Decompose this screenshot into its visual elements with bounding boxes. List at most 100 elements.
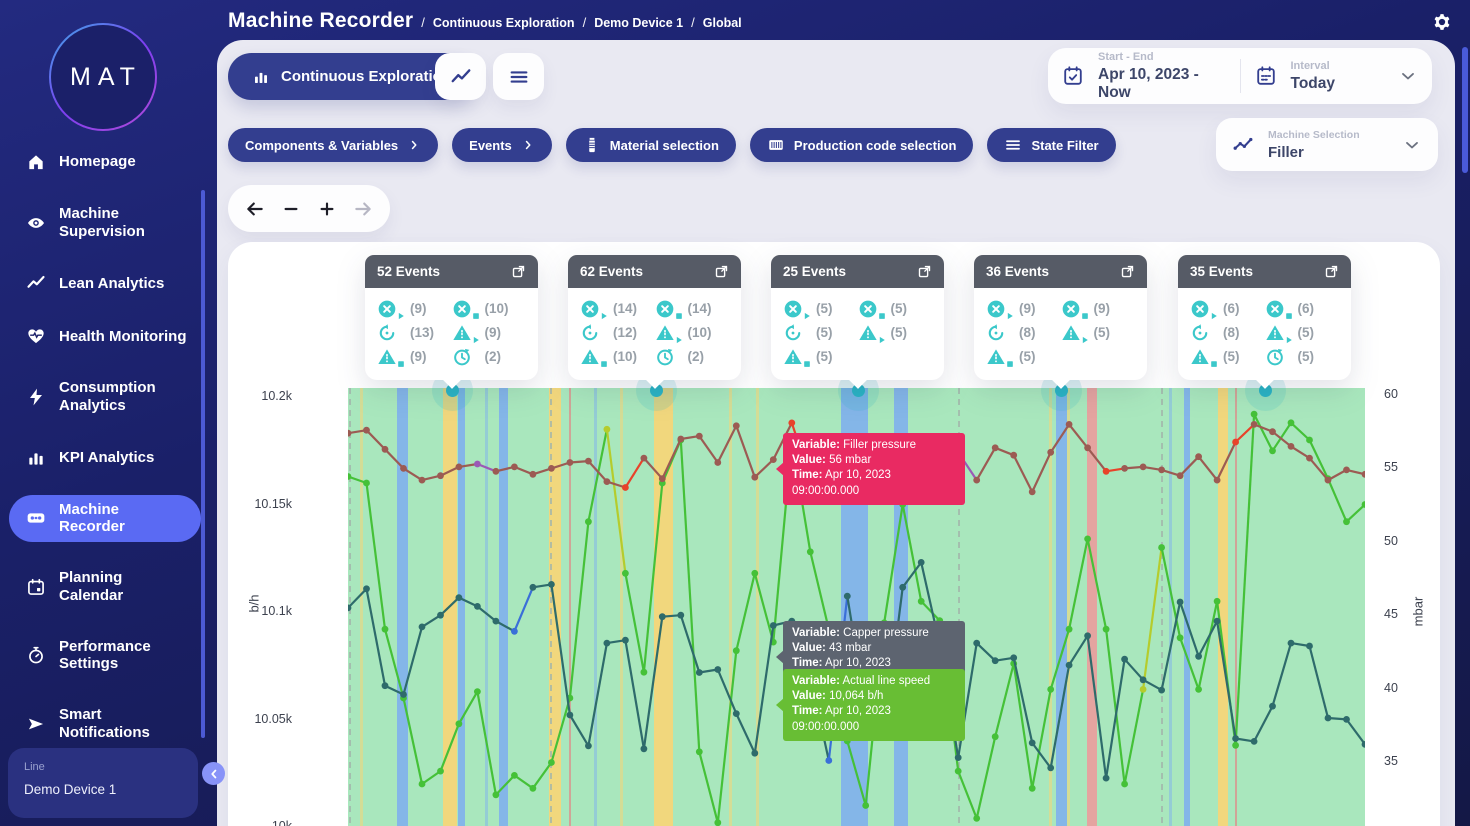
error-event-icon — [377, 299, 397, 319]
chart-tooltip-filler-pressure: Variable: Filler pressure Value: 56 mbar… — [783, 433, 965, 505]
event-type-count: (5) — [858, 322, 933, 343]
sidebar-item-health-monitoring[interactable]: Health Monitoring — [0, 320, 217, 352]
heart-icon — [26, 326, 46, 346]
event-type-count: (5) — [783, 346, 858, 367]
right-axis-tick: 50 — [1384, 534, 1424, 548]
external-link-icon[interactable] — [714, 264, 729, 279]
error-event-icon — [1265, 299, 1285, 319]
sidebar-item-label: Smart Notifications — [59, 706, 187, 741]
clockr-event-icon — [1265, 347, 1285, 367]
right-axis-unit: mbar — [1411, 590, 1426, 634]
event-type-count: (13) — [377, 322, 452, 343]
event-popover-body: (14) (14) (12) (10) (10) (2) — [568, 288, 741, 380]
bolt-icon — [26, 387, 46, 407]
sidebar-item-planning-calendar[interactable]: Planning Calendar — [0, 563, 217, 610]
error-event-icon — [858, 299, 878, 319]
pan-back-button[interactable] — [245, 199, 265, 219]
event-count: (6) — [1298, 301, 1315, 316]
events-button[interactable]: Events — [452, 128, 552, 162]
sidebar-item-consumption-analytics[interactable]: Consumption Analytics — [0, 373, 217, 420]
left-axis-tick: 10.1k — [236, 604, 292, 618]
sidebar-scrollbar[interactable] — [201, 190, 205, 738]
event-count: (6) — [1223, 301, 1240, 316]
sidebar-item-label: Consumption Analytics — [59, 379, 187, 414]
filter-bar: Components & Variables Events Material s… — [228, 128, 1116, 162]
material-selection-button[interactable]: Material selection — [566, 128, 736, 162]
external-link-icon[interactable] — [917, 264, 932, 279]
external-link-icon[interactable] — [511, 264, 526, 279]
error-event-icon — [783, 299, 803, 319]
date-range-field[interactable]: Start - End Apr 10, 2023 - Now — [1048, 48, 1240, 104]
event-count-title: 35 Events — [1190, 264, 1253, 279]
event-type-count: (9) — [377, 298, 452, 319]
pan-forward-button[interactable] — [353, 199, 373, 219]
event-count-title: 62 Events — [580, 264, 643, 279]
chevron-down-icon[interactable] — [1402, 135, 1422, 155]
breadcrumb-item-global[interactable]: Global — [703, 16, 742, 30]
sidebar-item-lean-analytics[interactable]: Lean Analytics — [0, 267, 217, 299]
tooltip-tail — [776, 698, 784, 712]
recorder-icon — [26, 508, 46, 528]
warning-event-icon — [1190, 347, 1210, 367]
main-panel: Continuous Exploration Start - End Apr 1… — [217, 40, 1455, 826]
chevron-right-icon — [521, 138, 535, 152]
event-type-count: (5) — [858, 298, 933, 319]
zoom-in-button[interactable] — [317, 199, 337, 219]
event-popover-body: (9) (9) (8) (5) (5) — [974, 288, 1147, 380]
event-type-count: (9) — [452, 322, 527, 343]
square-badge-icon — [877, 311, 887, 321]
settings-gear-icon[interactable] — [1432, 12, 1452, 32]
state-filter-button[interactable]: State Filter — [987, 128, 1115, 162]
right-axis-tick: 35 — [1384, 754, 1424, 768]
event-type-count: (10) — [452, 298, 527, 319]
device-type-label: Line — [24, 761, 182, 773]
event-popover-52-events: 52 Events (9) (10) (13) (9) (9) — [365, 255, 538, 380]
components-variables-button[interactable]: Components & Variables — [228, 128, 438, 162]
clockr-event-icon — [452, 347, 472, 367]
production-code-selection-button[interactable]: Production code selection — [750, 128, 974, 162]
event-count-title: 36 Events — [986, 264, 1049, 279]
breadcrumb-item-continuous-exploration[interactable]: Continuous Exploration — [433, 16, 575, 30]
trend-view-button[interactable] — [435, 53, 486, 100]
external-link-icon[interactable] — [1324, 264, 1339, 279]
sidebar-item-label: Planning Calendar — [59, 569, 187, 604]
left-axis-tick: 10.05k — [236, 712, 292, 726]
sidebar-item-kpi-analytics[interactable]: KPI Analytics — [0, 442, 217, 474]
chart-card: 52 Events (9) (10) (13) (9) (9) — [228, 242, 1440, 826]
warning-event-icon — [655, 323, 675, 343]
sidebar-item-machine-recorder[interactable]: Machine Recorder — [9, 495, 201, 542]
eye-icon — [26, 213, 46, 233]
sidebar-item-performance-settings[interactable]: Performance Settings — [0, 632, 217, 679]
chevron-down-icon[interactable] — [1398, 66, 1418, 86]
square-badge-icon — [1209, 359, 1219, 369]
sidebar-item-label: Health Monitoring — [59, 328, 187, 346]
page-title: Machine Recorder — [228, 9, 413, 33]
event-type-count: (6) — [1265, 298, 1340, 319]
event-count: (10) — [688, 325, 712, 340]
breadcrumb-item-demo-device[interactable]: Demo Device 1 — [594, 16, 683, 30]
device-card[interactable]: Line Demo Device 1 — [8, 748, 198, 818]
list-view-button[interactable] — [493, 53, 544, 100]
interval-field[interactable]: Interval Today — [1241, 48, 1433, 104]
chevron-right-icon — [407, 138, 421, 152]
external-link-icon[interactable] — [1120, 264, 1135, 279]
restore-event-icon — [986, 323, 1006, 343]
sidebar-item-homepage[interactable]: Homepage — [0, 146, 217, 178]
square-badge-icon — [471, 311, 481, 321]
sidebar-item-machine-supervision[interactable]: Machine Supervision — [0, 199, 217, 246]
warning-event-icon — [858, 323, 878, 343]
machine-selection-field[interactable]: Machine Selection Filler — [1216, 118, 1438, 171]
components-variables-label: Components & Variables — [245, 138, 398, 153]
event-type-count: (5) — [1190, 346, 1265, 367]
play-badge-icon — [599, 311, 609, 321]
date-range-value: Apr 10, 2023 - Now — [1098, 66, 1226, 102]
page-scrollbar-thumb[interactable] — [1462, 47, 1468, 173]
zoom-out-button[interactable] — [281, 199, 301, 219]
sidebar-collapse-button[interactable] — [202, 762, 225, 785]
calendar-icon — [26, 577, 46, 597]
play-badge-icon — [1209, 311, 1219, 321]
sidebar-item-smart-notifications[interactable]: Smart Notifications — [0, 700, 217, 747]
event-popover-header: 36 Events — [974, 255, 1147, 288]
square-badge-icon — [674, 311, 684, 321]
state-filter-label: State Filter — [1031, 138, 1098, 153]
